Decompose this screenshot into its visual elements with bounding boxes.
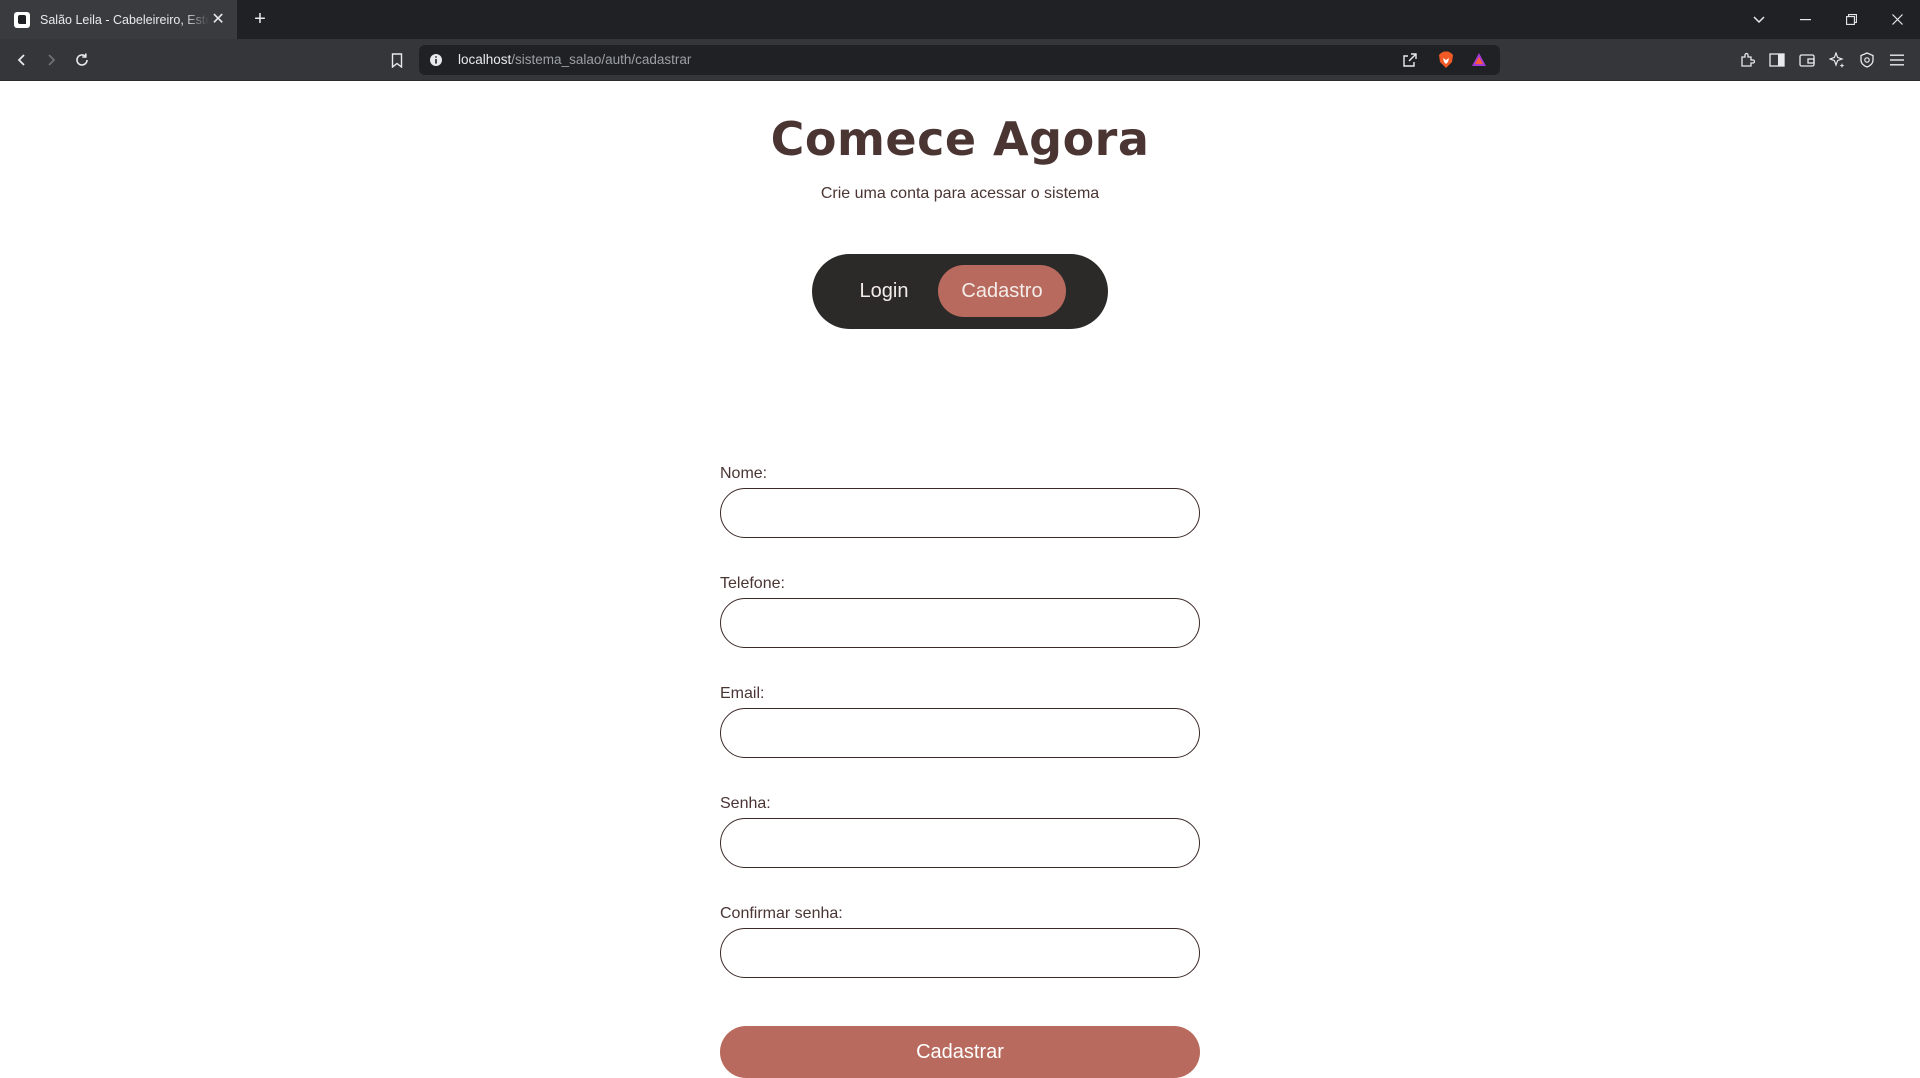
site-info-icon[interactable] bbox=[426, 50, 446, 70]
url-path: /sistema_salao/auth/cadastrar bbox=[511, 52, 692, 67]
tab-close-icon[interactable]: ✕ bbox=[209, 11, 227, 29]
sidebar-icon[interactable] bbox=[1767, 50, 1787, 70]
extensions-icon[interactable] bbox=[1737, 50, 1757, 70]
brave-rewards-icon[interactable] bbox=[1469, 50, 1489, 70]
phone-label: Telefone: bbox=[720, 575, 785, 592]
submit-button[interactable]: Cadastrar bbox=[720, 1026, 1200, 1078]
password-input[interactable] bbox=[720, 818, 1200, 868]
confirm-password-label: Confirmar senha: bbox=[720, 905, 843, 922]
browser-tab[interactable]: Salão Leila - Cabeleireiro, Estética ✕ bbox=[0, 0, 237, 39]
tab-search-icon[interactable] bbox=[1736, 0, 1782, 39]
signup-page: Comece Agora Crie uma conta para acessar… bbox=[0, 82, 1920, 1078]
url-text[interactable]: localhost/sistema_salao/auth/cadastrar bbox=[458, 52, 691, 67]
signup-tab[interactable]: Cadastro bbox=[938, 265, 1066, 317]
email-input[interactable] bbox=[720, 708, 1200, 758]
password-label: Senha: bbox=[720, 795, 771, 812]
confirm-password-input[interactable] bbox=[720, 928, 1200, 978]
vpn-shield-icon[interactable] bbox=[1857, 50, 1877, 70]
minimize-icon[interactable] bbox=[1782, 0, 1828, 39]
url-host: localhost bbox=[458, 52, 512, 67]
share-icon[interactable] bbox=[1400, 50, 1420, 70]
close-window-icon[interactable] bbox=[1874, 0, 1920, 39]
forward-icon[interactable] bbox=[39, 48, 63, 72]
bookmark-icon[interactable] bbox=[385, 48, 409, 72]
leo-ai-icon[interactable] bbox=[1827, 50, 1847, 70]
tab-title: Salão Leila - Cabeleireiro, Estética bbox=[40, 12, 210, 27]
auth-mode-toggle: Login Cadastro bbox=[812, 254, 1108, 329]
reload-icon[interactable] bbox=[70, 48, 94, 72]
new-tab-button[interactable]: + bbox=[249, 8, 271, 30]
menu-icon[interactable] bbox=[1887, 50, 1907, 70]
browser-tab-bar: Salão Leila - Cabeleireiro, Estética ✕ + bbox=[0, 0, 1920, 39]
email-label: Email: bbox=[720, 685, 765, 702]
site-favicon-icon bbox=[14, 11, 30, 28]
restore-icon[interactable] bbox=[1828, 0, 1874, 39]
page-title: Comece Agora bbox=[770, 112, 1150, 166]
brave-shields-icon[interactable] bbox=[1436, 50, 1456, 70]
login-tab[interactable]: Login bbox=[834, 265, 934, 317]
window-controls bbox=[1736, 0, 1920, 39]
wallet-icon[interactable] bbox=[1797, 50, 1817, 70]
name-label: Nome: bbox=[720, 465, 768, 482]
name-input[interactable] bbox=[720, 488, 1200, 538]
page-subtitle: Crie uma conta para acessar o sistema bbox=[820, 185, 1100, 202]
back-icon[interactable] bbox=[10, 48, 34, 72]
phone-input[interactable] bbox=[720, 598, 1200, 648]
